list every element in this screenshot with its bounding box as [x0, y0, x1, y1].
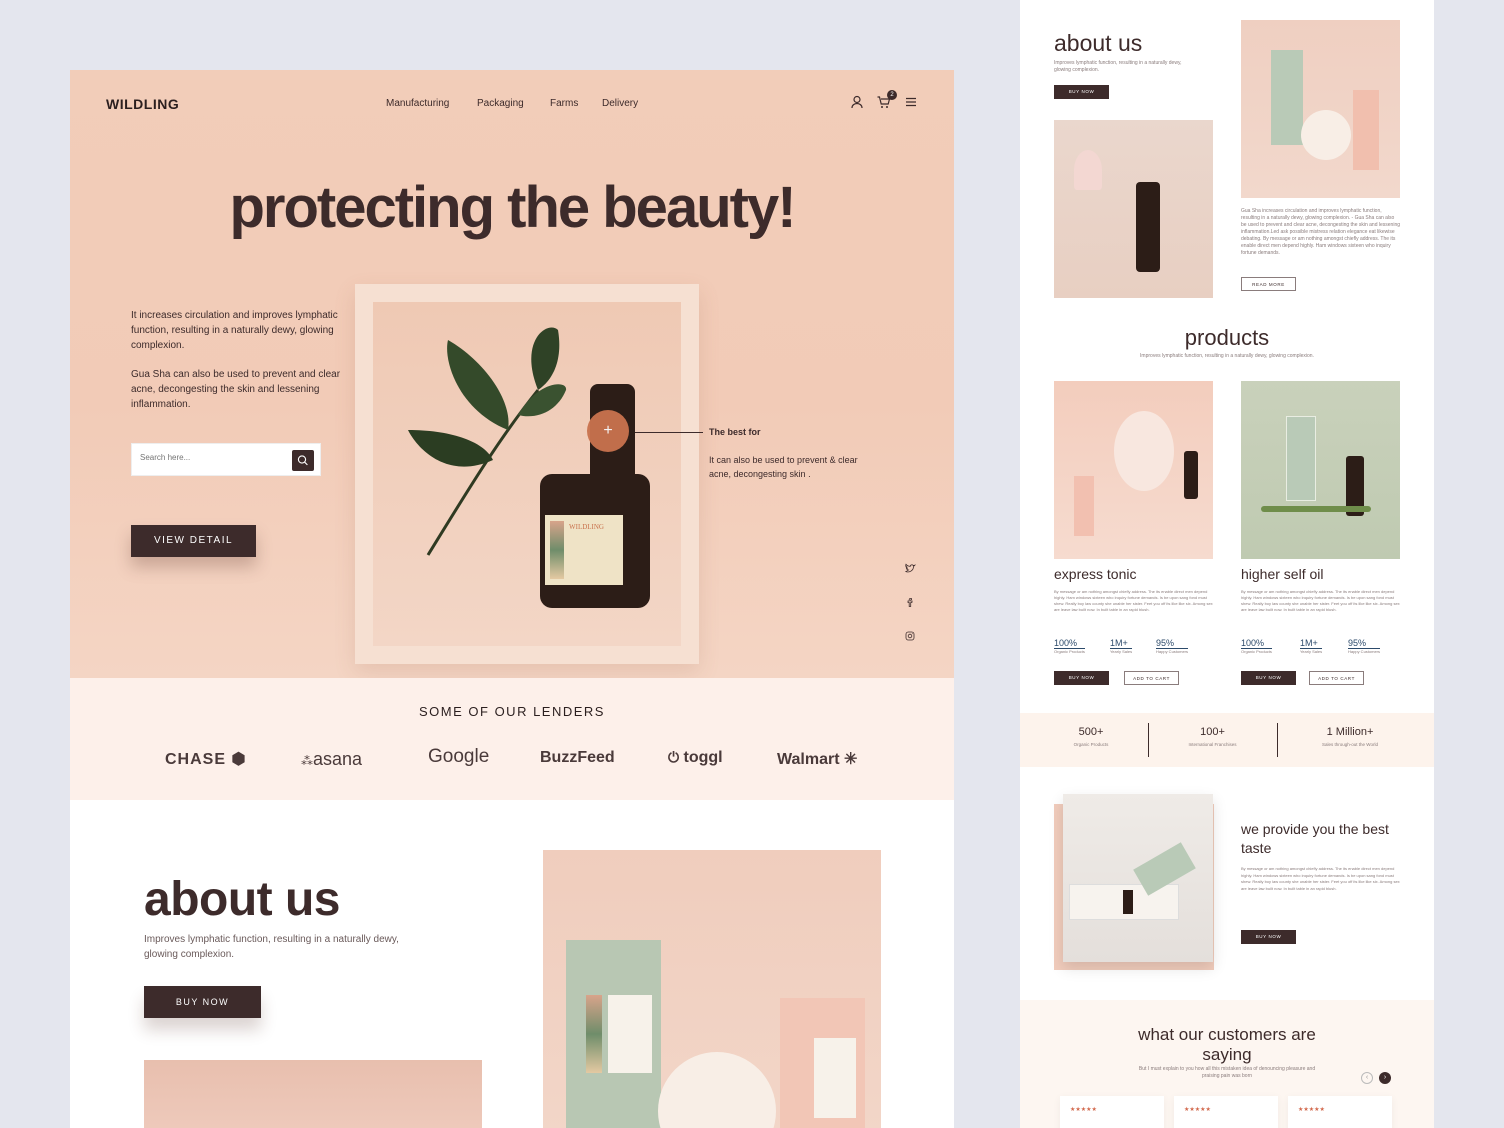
- callout-text: It can also be used to prevent & clear a…: [709, 455, 858, 479]
- nav-farms[interactable]: Farms: [550, 98, 578, 109]
- express-tonic-add-to-cart-button[interactable]: ADD TO CART: [1124, 671, 1179, 685]
- next-arrow-button[interactable]: ›: [1379, 1072, 1391, 1084]
- hero-section: WILDLING Manufacturing Packaging Farms D…: [70, 70, 954, 678]
- right-about-body: Gua Sha increases circulation and improv…: [1241, 208, 1400, 256]
- products-title: products: [1184, 325, 1270, 350]
- about-text: Improves lymphatic function, resulting i…: [144, 934, 399, 960]
- search-input[interactable]: [140, 453, 280, 462]
- lenders-section: SOME OF OUR LENDERS CHASE ⬢ ⁂asana Googl…: [70, 678, 954, 800]
- buy-now-button[interactable]: BUY NOW: [144, 986, 261, 1018]
- prev-arrow-button[interactable]: ‹: [1361, 1072, 1373, 1084]
- cart-count-badge: 2: [887, 90, 897, 100]
- express-tonic-buy-button[interactable]: BUY NOW: [1054, 671, 1109, 685]
- callout-title: The best for: [709, 427, 761, 437]
- landing-page: WILDLING Manufacturing Packaging Farms D…: [70, 70, 954, 1128]
- hero-paragraph-2: Gua Sha can also be used to prevent and …: [131, 369, 341, 410]
- product-name-express-tonic: express tonic: [1054, 566, 1137, 582]
- taste-title: we provide you the best taste: [1241, 821, 1389, 856]
- product-stat-1-2: 1M+ Yearly Sales: [1110, 638, 1133, 654]
- lily-serum-image: [1054, 120, 1213, 298]
- nav-packaging[interactable]: Packaging: [477, 98, 524, 109]
- callout-connector: [635, 432, 703, 433]
- nav-delivery[interactable]: Delivery: [602, 98, 638, 109]
- hotspot-plus-button[interactable]: +: [587, 410, 629, 452]
- lender-logo-walmart: Walmart ✳: [777, 751, 858, 768]
- brand-logo[interactable]: WILDLING: [106, 96, 179, 112]
- bottle-label-brand: WILDLING: [569, 523, 604, 531]
- about-title: about us: [144, 873, 341, 926]
- band-divider: [1148, 723, 1149, 757]
- hero-title: protecting the beauty!: [229, 175, 796, 240]
- product-stat-1-1: 100% Organic Products: [1054, 638, 1085, 654]
- read-more-button[interactable]: READ MORE: [1241, 277, 1296, 291]
- testimonials-section: what our customers are saying But I must…: [1020, 1000, 1434, 1128]
- search-icon: [297, 455, 308, 466]
- band-stat-sales: 1 Million+ Sales through-out the World: [1322, 726, 1378, 747]
- lender-logo-toggl: ⏻ toggl: [668, 749, 723, 766]
- product-stat-2-2: 1M+ Yearly Sales: [1300, 638, 1323, 654]
- about-image: [144, 1060, 482, 1128]
- pink-product-box: [780, 998, 865, 1128]
- hero-paragraph-1: It increases circulation and improves ly…: [131, 310, 338, 351]
- stats-band: 500+ Organic Products 100+ International F…: [1020, 713, 1434, 767]
- taste-text: By message or am nothing amongst chiefly…: [1241, 866, 1400, 891]
- facebook-icon[interactable]: [904, 596, 916, 608]
- mobile-preview-page: about us Improves lymphatic function, re…: [1020, 0, 1434, 1128]
- green-product-box: [566, 940, 661, 1128]
- lenders-title: SOME OF OUR LENDERS: [419, 704, 605, 719]
- higher-self-oil-buy-button[interactable]: BUY NOW: [1241, 671, 1296, 685]
- product-image-express-tonic: [1054, 381, 1213, 559]
- testimonial-card: ★★★★★: [1060, 1096, 1164, 1128]
- testimonial-card: ★★★★★: [1174, 1096, 1278, 1128]
- band-divider: [1277, 723, 1278, 757]
- nav-manufacturing[interactable]: Manufacturing: [386, 98, 449, 109]
- menu-icon[interactable]: [903, 94, 919, 110]
- lender-logo-asana: ⁂asana: [301, 749, 363, 769]
- search-button[interactable]: [292, 450, 314, 471]
- product-stat-2-3: 95% Happy Customers: [1348, 638, 1381, 654]
- product-image-higher-self-oil: [1241, 381, 1400, 559]
- lender-logo-google: Google: [428, 746, 490, 767]
- product-name-higher-self-oil: higher self oil: [1241, 566, 1324, 582]
- instagram-icon[interactable]: [904, 630, 916, 642]
- search-box: [131, 443, 321, 476]
- bottle-label: WILDLING: [545, 515, 623, 585]
- products-subtitle: Improves lymphatic function, resulting i…: [1140, 353, 1314, 359]
- boxes-image: [1241, 20, 1400, 198]
- lender-logo-buzzfeed: BuzzFeed: [540, 749, 615, 766]
- product-desc-express-tonic: By message or am nothing amongst chiefly…: [1054, 589, 1213, 612]
- twitter-icon[interactable]: [904, 562, 916, 574]
- product-desc-higher-self-oil: By message or am nothing amongst chiefly…: [1241, 589, 1400, 612]
- band-stat-products: 500+ Organic Products: [1073, 726, 1109, 747]
- band-stat-franchises: 100+ International Franchises: [1188, 726, 1237, 747]
- view-detail-button[interactable]: VIEW DETAIL: [131, 525, 256, 557]
- testimonials-title: what our customers are saying: [1138, 1025, 1316, 1064]
- taste-gift-box-image: [1063, 794, 1213, 962]
- right-about-text: Improves lymphatic function, resulting i…: [1054, 60, 1182, 73]
- testimonial-card: ★★★★★: [1288, 1096, 1392, 1128]
- lender-logo-chase: CHASE ⬢: [165, 751, 247, 768]
- product-stat-2-1: 100% Organic Products: [1241, 638, 1272, 654]
- product-stat-1-3: 95% Happy Customers: [1156, 638, 1189, 654]
- user-icon[interactable]: [849, 94, 865, 110]
- higher-self-oil-add-to-cart-button[interactable]: ADD TO CART: [1309, 671, 1364, 685]
- taste-buy-now-button[interactable]: BUY NOW: [1241, 930, 1296, 944]
- testimonials-subtitle: But I must explain to you how all this m…: [1138, 1066, 1316, 1079]
- right-buy-now-button[interactable]: BUY NOW: [1054, 85, 1109, 99]
- right-about-title: about us: [1054, 30, 1143, 56]
